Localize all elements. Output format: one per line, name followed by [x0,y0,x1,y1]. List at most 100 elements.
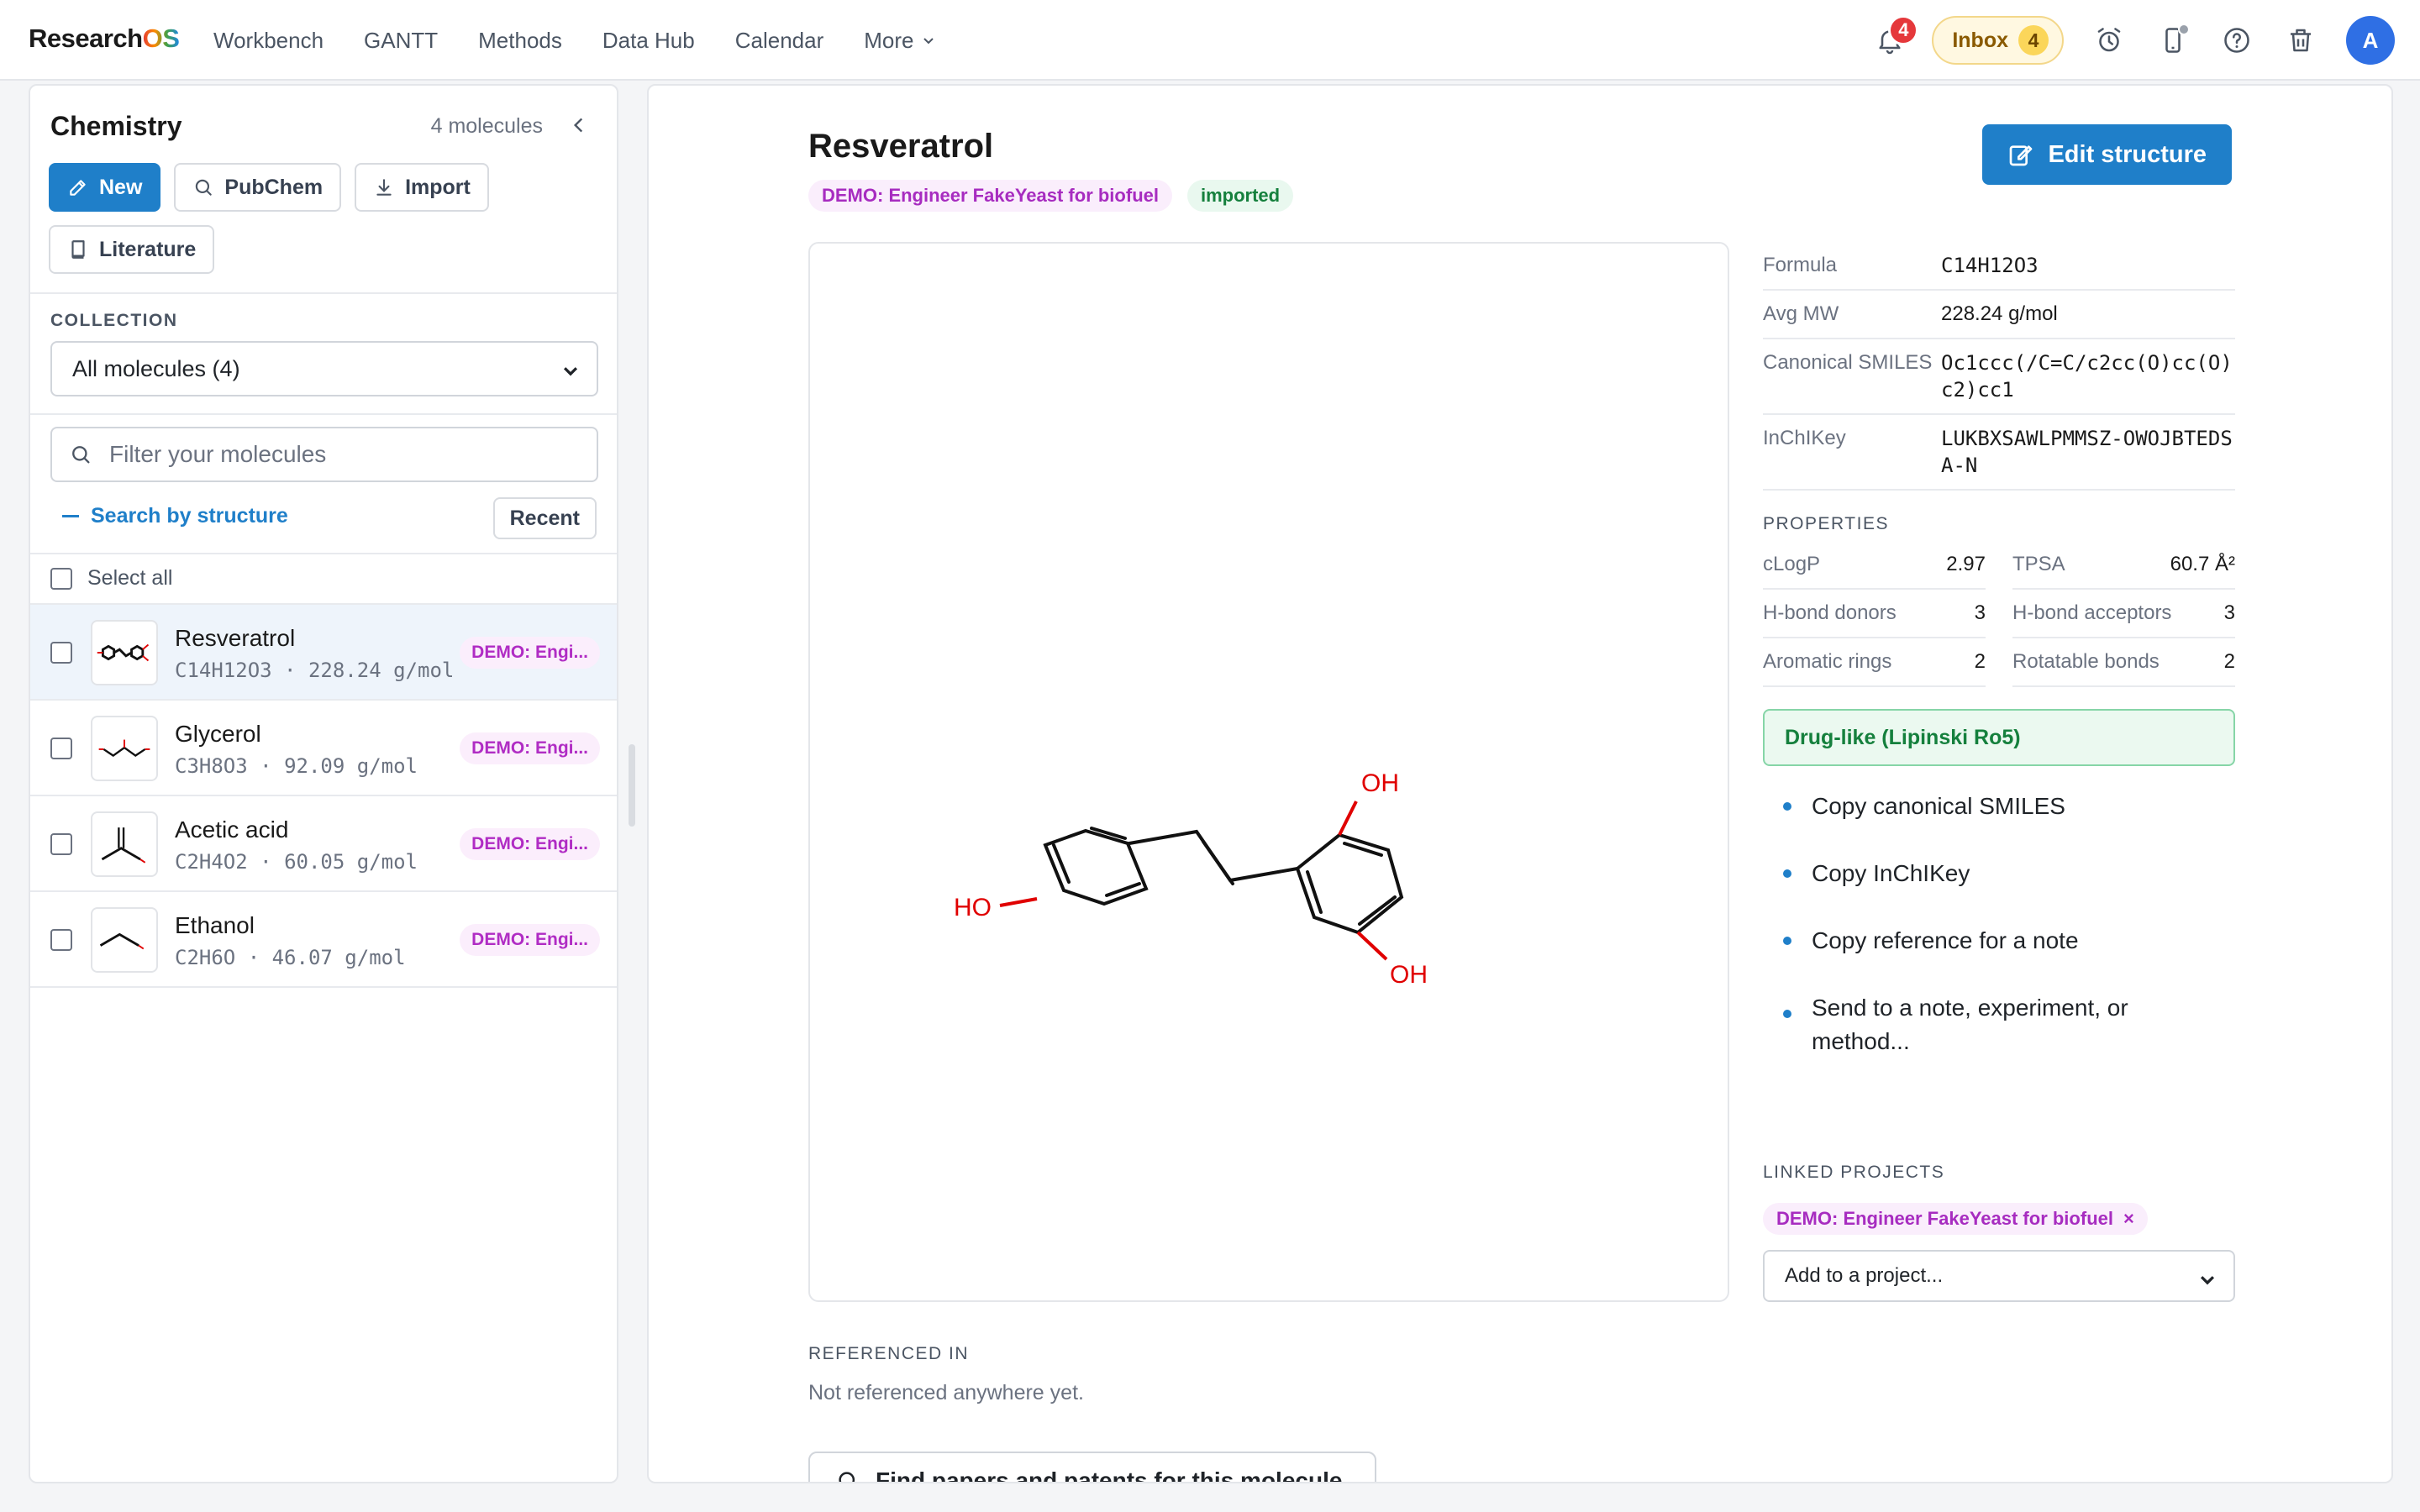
copy-inchikey-action[interactable]: Copy InChIKey [1763,857,2235,890]
action-label: Copy InChIKey [1812,860,1970,886]
import-button[interactable]: Import [355,163,489,212]
new-molecule-button[interactable]: New [49,163,161,212]
properties-row: Aromatic rings 2 Rotatable bonds 2 [1763,638,2235,687]
nav-workbench[interactable]: Workbench [213,28,324,54]
nav-more[interactable]: More [864,28,935,54]
help-button[interactable] [2218,22,2255,59]
pubchem-button[interactable]: PubChem [174,163,342,212]
smiles-value[interactable]: Oc1ccc(/C=C/c2cc(O)cc(O)c2)cc1 [1941,349,2235,403]
send-to-action[interactable]: Send to a note, experiment, or method... [1763,991,2149,1058]
formula-value[interactable]: C14H12O3 [1941,252,2235,279]
alarm-button[interactable] [2091,22,2128,59]
nav-methods[interactable]: Methods [478,28,562,54]
edit-icon [2010,145,2033,166]
row-checkbox[interactable] [50,738,72,759]
list-item[interactable]: Ethanol C2H6O · 46.07 g/mol DEMO: Engi..… [30,892,617,988]
search-icon [839,1472,855,1482]
properties-row: cLogP 2.97 TPSA 60.7 Å² [1763,541,2235,590]
find-papers-button[interactable]: Find papers and patents for this molecul… [808,1452,1376,1482]
chevron-left-icon[interactable] [568,114,590,136]
edit-structure-label: Edit structure [2048,140,2207,168]
user-avatar[interactable]: A [2346,16,2395,65]
property-value: 3 [2223,601,2235,624]
structure-viewer[interactable]: HO OH OH [808,242,1729,1302]
new-label: New [99,175,143,199]
mw-row: Avg MW 228.24 g/mol [1763,291,2235,339]
smiles-label: Canonical SMILES [1763,351,1933,374]
inbox-button[interactable]: Inbox 4 [1932,16,2064,65]
property-aromatic-rings: Aromatic rings 2 [1763,638,1986,687]
remove-project-icon[interactable]: × [2123,1208,2134,1230]
book-icon [71,240,85,259]
molecule-title: Resveratrol [808,128,994,165]
pubchem-label: PubChem [224,175,324,199]
glycerol-thumbnail-icon [98,739,150,757]
bullet-icon [1783,869,1791,878]
nav-calendar[interactable]: Calendar [735,28,824,54]
project-tag: DEMO: Engi... [460,637,600,669]
bullet-icon [1783,1010,1791,1018]
mobile-device-button[interactable] [2154,22,2191,59]
filter-input[interactable]: Filter your molecules [50,427,598,482]
trash-button[interactable] [2282,22,2319,59]
panel-resize-handle[interactable] [629,744,635,827]
property-label: H-bond acceptors [2012,601,2172,624]
formula-label: Formula [1763,254,1838,276]
project-pill[interactable]: DEMO: Engineer FakeYeast for biofuel [808,180,1172,212]
select-all-checkbox[interactable] [50,567,72,590]
linked-project-chip: DEMO: Engineer FakeYeast for biofuel × [1763,1203,2148,1235]
molecule-formula: C2H4O2 [175,850,248,874]
action-label: Send to a note, experiment, or method... [1812,995,2128,1054]
list-item[interactable]: Glycerol C3H8O3 · 92.09 g/mol DEMO: Engi… [30,701,617,796]
mw-value[interactable]: 228.24 g/mol [1941,301,2235,328]
literature-button[interactable]: Literature [49,225,215,274]
collection-select[interactable]: All molecules (4) [50,341,598,396]
add-project-value: Add to a project... [1785,1264,1944,1287]
nav-more-label: More [864,27,914,53]
nav-gantt[interactable]: GANTT [364,28,438,54]
linked-project-name[interactable]: DEMO: Engineer FakeYeast for biofuel [1776,1208,2113,1230]
molecule-sidebar: Chemistry 4 molecules New PubChem Import… [29,84,618,1483]
nav-data-hub[interactable]: Data Hub [602,28,695,54]
row-checkbox[interactable] [50,833,72,855]
chevron-down-icon [923,38,934,45]
add-project-select[interactable]: Add to a project... [1763,1250,2235,1302]
project-tag: DEMO: Engi... [460,732,600,764]
edit-structure-button[interactable]: Edit structure [1982,124,2232,185]
notifications-badge: 4 [1888,15,1919,45]
meta-separator: · [260,754,272,778]
chevron-down-icon [2200,1276,2215,1285]
filter-placeholder: Filter your molecules [109,441,327,467]
recent-button[interactable]: Recent [492,497,597,539]
row-checkbox[interactable] [50,929,72,951]
inchikey-value[interactable]: LUKBXSAWLPMMSZ-OWOJBTEDSA-N [1941,425,2235,479]
molecule-thumbnail [91,907,158,973]
alarm-clock-icon [2097,28,2121,52]
resveratrol-structure: HO OH OH [954,769,1428,989]
search-by-structure-link[interactable]: Search by structure [62,504,288,528]
property-label: Aromatic rings [1763,650,1892,673]
inbox-count: 4 [2018,25,2049,55]
copy-smiles-action[interactable]: Copy canonical SMILES [1763,790,2235,823]
list-item[interactable]: Resveratrol C14H12O3 · 228.24 g/mol DEMO… [30,605,617,701]
help-circle-icon [2224,28,2249,53]
ethanol-thumbnail-icon [99,932,145,950]
molecule-detail: Resveratrol DEMO: Engineer FakeYeast for… [647,84,2393,1483]
meta-separator: · [247,946,260,969]
resveratrol-thumbnail-icon [97,643,150,662]
device-status-dot [2178,24,2190,35]
acetic-acid-thumbnail-icon [101,827,146,864]
copy-reference-action[interactable]: Copy reference for a note [1763,924,2235,958]
property-hbond-donors: H-bond donors 3 [1763,590,1986,638]
brand-logo[interactable]: ResearchOS [29,24,180,54]
search-icon [196,179,213,196]
row-checkbox[interactable] [50,642,72,664]
notifications-button[interactable]: 4 [1871,15,1919,59]
property-rotatable-bonds: Rotatable bonds 2 [2012,638,2235,687]
list-item[interactable]: Acetic acid C2H4O2 · 60.05 g/mol DEMO: E… [30,796,617,892]
property-value: 2 [1974,650,1986,673]
chevron-down-icon [563,367,578,376]
literature-label: Literature [99,237,197,261]
trash-icon [2291,29,2311,52]
bullet-icon [1783,937,1791,945]
